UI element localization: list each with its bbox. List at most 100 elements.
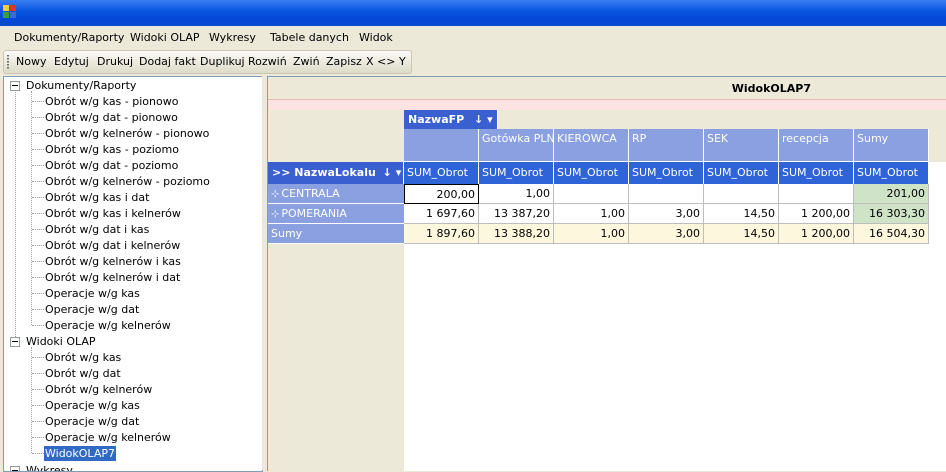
tree-item[interactable]: Operacje w/g kas <box>44 398 141 413</box>
data-cell[interactable]: 1,00 <box>554 204 629 224</box>
measure-header[interactable]: SUM_Obrot <box>554 162 629 184</box>
column-total-cell[interactable]: 1 897,60 <box>404 224 479 244</box>
sort-arrow-icon[interactable]: ↓ ▾ <box>474 113 493 126</box>
data-cell[interactable]: 3,00 <box>629 204 704 224</box>
tree-item[interactable]: Obrót w/g dat - poziomo <box>44 158 179 173</box>
data-cell[interactable] <box>629 184 704 204</box>
data-cell[interactable] <box>704 184 779 204</box>
row-total-cell[interactable]: 201,00 <box>854 184 929 204</box>
double-arrow-icon[interactable]: >> <box>272 166 290 179</box>
olap-title: WidokOLAP7 <box>731 82 811 95</box>
toolbar-grip-icon[interactable] <box>7 55 9 69</box>
data-cell[interactable] <box>554 184 629 204</box>
app-icon[interactable] <box>3 5 17 19</box>
measure-header[interactable]: SUM_Obrot <box>629 162 704 184</box>
data-cell[interactable] <box>779 184 854 204</box>
menu-widok[interactable]: Widok <box>359 31 393 44</box>
column-header[interactable]: recepcja <box>779 129 854 162</box>
tree-item[interactable]: Operacje w/g kelnerów <box>44 318 172 333</box>
column-header[interactable] <box>404 129 479 162</box>
tree-item[interactable]: Obrót w/g kelnerów <box>44 382 153 397</box>
row-label: POMERANIA <box>281 207 347 220</box>
tree-group-dokumenty[interactable]: Dokumenty/Raporty <box>25 78 137 93</box>
new-button[interactable]: Nowy <box>16 55 46 68</box>
data-cell-selected[interactable]: 200,00 <box>404 184 479 204</box>
tree-item[interactable]: Obrót w/g kelnerów i kas <box>44 254 182 269</box>
tree-connector <box>32 277 44 278</box>
menu-wykresy[interactable]: Wykresy <box>209 31 256 44</box>
tree-group-wykresy[interactable]: Wykresy <box>25 463 74 471</box>
data-cell[interactable]: 1,00 <box>479 184 554 204</box>
row-header-centrala[interactable]: ⊹ CENTRALA <box>268 184 404 204</box>
measure-header[interactable]: SUM_Obrot <box>404 162 479 184</box>
expand-toggle-icon[interactable] <box>10 466 20 471</box>
column-field-header[interactable]: NazwaFP ↓ ▾ <box>404 110 498 129</box>
measure-header[interactable]: SUM_Obrot <box>854 162 929 184</box>
menu-dokumenty[interactable]: Dokumenty/Raporty <box>14 31 124 44</box>
measure-header[interactable]: SUM_Obrot <box>779 162 854 184</box>
collapse-toggle-icon[interactable] <box>10 337 20 347</box>
tree-item[interactable]: Obrót w/g kas i kelnerów <box>44 206 182 221</box>
tree-group-widoki-olap[interactable]: Widoki OLAP <box>25 334 97 349</box>
tree-item[interactable]: Obrót w/g kas - poziomo <box>44 142 180 157</box>
column-header[interactable]: SEK <box>704 129 779 162</box>
expand-button[interactable]: Rozwiń <box>248 55 287 68</box>
expand-icon[interactable]: ⊹ <box>271 209 279 220</box>
tree-item[interactable]: Operacje w/g kas <box>44 286 141 301</box>
data-cell[interactable]: 13 387,20 <box>479 204 554 224</box>
column-total-cell[interactable]: 3,00 <box>629 224 704 244</box>
column-total-cell[interactable]: 1 200,00 <box>779 224 854 244</box>
report-tree[interactable]: Dokumenty/Raporty Obrót w/g kas - pionow… <box>3 76 263 472</box>
data-cell[interactable]: 1 200,00 <box>779 204 854 224</box>
tree-item[interactable]: Obrót w/g kelnerów - pionowo <box>44 126 210 141</box>
save-button[interactable]: Zapisz <box>326 55 362 68</box>
column-total-cell[interactable]: 14,50 <box>704 224 779 244</box>
menu-widoki-olap[interactable]: Widoki OLAP <box>130 31 200 44</box>
tree-connector <box>32 309 44 310</box>
column-total-cell[interactable]: 13 388,20 <box>479 224 554 244</box>
tree-item[interactable]: Operacje w/g kelnerów <box>44 430 172 445</box>
column-header[interactable]: KIEROWCA <box>554 129 629 162</box>
tree-item[interactable]: Obrót w/g dat i kelnerów <box>44 238 181 253</box>
row-header-pomerania[interactable]: ⊹ POMERANIA <box>268 204 404 224</box>
tree-item[interactable]: Obrót w/g dat <box>44 366 122 381</box>
tree-item[interactable]: Obrót w/g kas i dat <box>44 190 150 205</box>
sort-arrow-icon[interactable]: ↓ ▾ <box>383 166 402 179</box>
measure-header[interactable]: SUM_Obrot <box>704 162 779 184</box>
tree-item-selected[interactable]: WidokOLAP7 <box>44 446 116 461</box>
column-total-cell[interactable]: 1,00 <box>554 224 629 244</box>
collapse-button[interactable]: Zwiń <box>293 55 320 68</box>
tree-item[interactable]: Obrót w/g kas <box>44 350 122 365</box>
collapse-toggle-icon[interactable] <box>10 81 20 91</box>
tree-item[interactable]: Operacje w/g dat <box>44 302 140 317</box>
row-total-cell[interactable]: 16 303,30 <box>854 204 929 224</box>
menu-bar: Dokumenty/Raporty Widoki OLAP Wykresy Ta… <box>0 26 946 49</box>
tree-item[interactable]: Obrót w/g kas - pionowo <box>44 94 179 109</box>
menu-tabele-danych[interactable]: Tabele danych <box>270 31 349 44</box>
tree-item[interactable]: Obrót w/g dat - pionowo <box>44 110 179 125</box>
add-fact-button[interactable]: Dodaj fakt <box>139 55 196 68</box>
tree-connector <box>32 229 44 230</box>
tree-connector <box>32 213 44 214</box>
swap-axes-button[interactable]: X <> Y <box>366 55 406 68</box>
data-cell[interactable]: 1 697,60 <box>404 204 479 224</box>
tree-item[interactable]: Operacje w/g dat <box>44 414 140 429</box>
column-header-empty <box>498 110 946 129</box>
column-header[interactable]: Gotówka PLN <box>479 129 554 162</box>
tree-item[interactable]: Obrót w/g kelnerów - poziomo <box>44 174 211 189</box>
column-header-sumy[interactable]: Sumy <box>854 129 929 162</box>
column-header[interactable]: RP <box>629 129 704 162</box>
measure-header[interactable]: SUM_Obrot <box>479 162 554 184</box>
duplicate-button[interactable]: Duplikuj <box>200 55 245 68</box>
expand-icon[interactable]: ⊹ <box>271 189 279 200</box>
olap-title-bar: WidokOLAP7 <box>268 77 946 99</box>
row-field-header[interactable]: >> NazwaLokalu ↓ ▾ <box>268 162 404 184</box>
tree-item[interactable]: Obrót w/g dat i kas <box>44 222 150 237</box>
print-button[interactable]: Drukuj <box>97 55 133 68</box>
data-cell[interactable]: 14,50 <box>704 204 779 224</box>
row-header-sumy[interactable]: Sumy <box>268 224 404 244</box>
grand-total-cell[interactable]: 16 504,30 <box>854 224 929 244</box>
tree-connector <box>15 90 16 345</box>
edit-button[interactable]: Edytuj <box>54 55 89 68</box>
tree-item[interactable]: Obrót w/g kelnerów i dat <box>44 270 181 285</box>
